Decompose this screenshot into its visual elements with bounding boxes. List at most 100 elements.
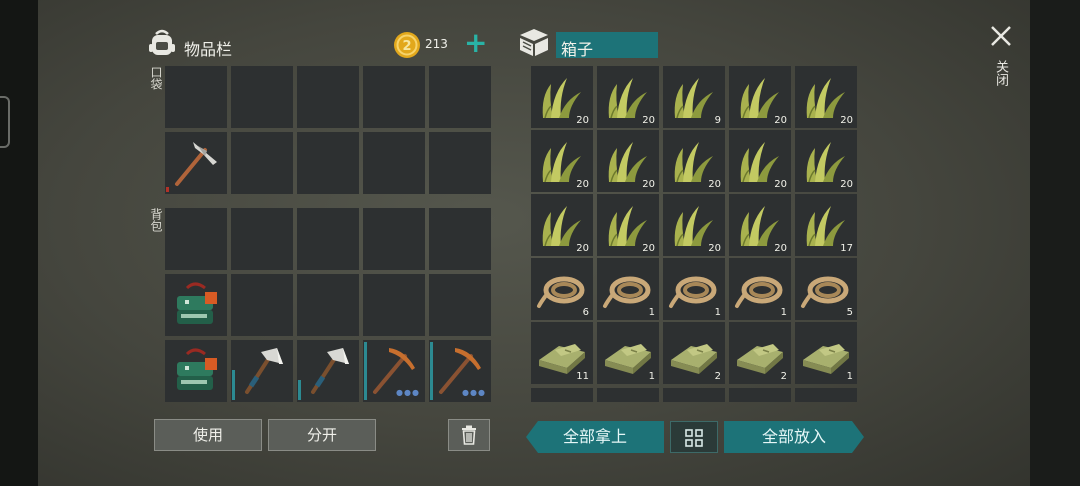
hatchet-slot[interactable] bbox=[297, 340, 359, 402]
plant-fiber-slot[interactable]: 20 bbox=[729, 194, 791, 256]
plant-fiber-slot[interactable]: 17 bbox=[795, 194, 857, 256]
item-count: 20 bbox=[642, 179, 655, 190]
empty-slot[interactable] bbox=[363, 208, 425, 270]
container-slot-partial[interactable] bbox=[663, 388, 725, 402]
device-notch bbox=[0, 96, 10, 148]
item-count: 11 bbox=[576, 371, 589, 382]
plant-fiber-slot[interactable]: 20 bbox=[531, 66, 593, 128]
cloth-slot[interactable]: 2 bbox=[663, 322, 725, 384]
container-name-field[interactable]: 箱子 bbox=[556, 32, 658, 59]
empty-slot[interactable] bbox=[429, 208, 491, 270]
add-coins-button[interactable]: + bbox=[464, 26, 487, 59]
plant-fiber-slot[interactable]: 20 bbox=[597, 66, 659, 128]
container-title: 箱子 bbox=[561, 40, 594, 59]
item-count: 1 bbox=[846, 371, 853, 382]
coin-icon: 2 bbox=[394, 32, 420, 58]
plant-fiber-slot[interactable]: 20 bbox=[663, 130, 725, 192]
item-count: 20 bbox=[708, 243, 721, 254]
rope-slot[interactable]: 5 bbox=[795, 258, 857, 320]
item-count: 20 bbox=[576, 243, 589, 254]
plant-fiber-slot[interactable]: 20 bbox=[729, 66, 791, 128]
pickaxe-improved-slot[interactable]: ●●● bbox=[363, 340, 425, 402]
rope-slot[interactable]: 1 bbox=[663, 258, 725, 320]
cloth-slot[interactable]: 2 bbox=[729, 322, 791, 384]
plant-fiber-slot[interactable]: 20 bbox=[597, 130, 659, 192]
upgrade-level-indicator: ●●● bbox=[396, 388, 420, 397]
take-all-button[interactable]: 全部拿上 bbox=[526, 421, 664, 453]
supply-crate-slot[interactable] bbox=[165, 274, 227, 336]
put-all-button[interactable]: 全部放入 bbox=[724, 421, 864, 453]
cloth-slot[interactable]: 1 bbox=[597, 322, 659, 384]
empty-slot[interactable] bbox=[231, 208, 293, 270]
pocket-label: 口袋 bbox=[149, 66, 163, 90]
trash-button[interactable] bbox=[448, 419, 490, 451]
split-button[interactable]: 分开 bbox=[268, 419, 376, 451]
empty-slot[interactable] bbox=[165, 208, 227, 270]
item-count: 9 bbox=[714, 115, 721, 126]
coin-count: 213 bbox=[425, 37, 448, 51]
empty-slot[interactable] bbox=[363, 66, 425, 128]
close-icon[interactable] bbox=[989, 24, 1013, 48]
left-screen-edge bbox=[0, 0, 38, 486]
backpack-label: 背包 bbox=[149, 208, 163, 232]
empty-slot[interactable] bbox=[297, 274, 359, 336]
cloth-slot[interactable]: 11 bbox=[531, 322, 593, 384]
durability-bar bbox=[298, 380, 301, 400]
empty-slot[interactable] bbox=[297, 66, 359, 128]
plant-fiber-slot[interactable]: 9 bbox=[663, 66, 725, 128]
pickaxe-improved-slot[interactable]: ●●● bbox=[429, 340, 491, 402]
plant-fiber-slot[interactable]: 20 bbox=[795, 66, 857, 128]
item-count: 20 bbox=[576, 115, 589, 126]
box-icon bbox=[520, 29, 548, 56]
item-count: 1 bbox=[648, 371, 655, 382]
item-count: 20 bbox=[840, 179, 853, 190]
durability-bar bbox=[364, 342, 367, 400]
empty-slot[interactable] bbox=[363, 132, 425, 194]
durability-bar bbox=[430, 342, 433, 400]
container-slot-partial[interactable] bbox=[729, 388, 791, 402]
durability-bar bbox=[232, 370, 235, 400]
backpack-icon bbox=[149, 29, 175, 55]
use-button[interactable]: 使用 bbox=[154, 419, 262, 451]
supply-crate-slot[interactable] bbox=[165, 340, 227, 402]
plant-fiber-slot[interactable]: 20 bbox=[531, 194, 593, 256]
empty-slot[interactable] bbox=[297, 132, 359, 194]
empty-slot[interactable] bbox=[231, 66, 293, 128]
item-count: 20 bbox=[708, 179, 721, 190]
empty-slot[interactable] bbox=[231, 132, 293, 194]
right-screen-edge bbox=[1030, 0, 1080, 486]
plant-fiber-slot[interactable]: 20 bbox=[795, 130, 857, 192]
sort-button[interactable] bbox=[670, 421, 718, 453]
empty-slot[interactable] bbox=[363, 274, 425, 336]
item-count: 20 bbox=[642, 115, 655, 126]
cloth-slot[interactable]: 1 bbox=[795, 322, 857, 384]
empty-slot[interactable] bbox=[165, 66, 227, 128]
container-slot-partial[interactable] bbox=[597, 388, 659, 402]
hatchet-slot[interactable] bbox=[231, 340, 293, 402]
item-count: 17 bbox=[840, 243, 853, 254]
svg-text:2: 2 bbox=[402, 39, 411, 54]
container-slot-partial[interactable] bbox=[531, 388, 593, 402]
plant-fiber-slot[interactable]: 20 bbox=[597, 194, 659, 256]
empty-slot[interactable] bbox=[429, 132, 491, 194]
empty-slot[interactable] bbox=[429, 66, 491, 128]
plant-fiber-slot[interactable]: 20 bbox=[663, 194, 725, 256]
rope-slot[interactable]: 6 bbox=[531, 258, 593, 320]
item-count: 6 bbox=[582, 307, 589, 318]
item-count: 20 bbox=[642, 243, 655, 254]
plant-fiber-slot[interactable]: 20 bbox=[729, 130, 791, 192]
item-count: 20 bbox=[840, 115, 853, 126]
item-count: 5 bbox=[846, 307, 853, 318]
container-slot-partial[interactable] bbox=[795, 388, 857, 402]
plant-fiber-slot[interactable]: 20 bbox=[531, 130, 593, 192]
item-count: 2 bbox=[780, 371, 787, 382]
rope-slot[interactable]: 1 bbox=[597, 258, 659, 320]
inventory-title: 物品栏 bbox=[184, 40, 233, 59]
empty-slot[interactable] bbox=[231, 274, 293, 336]
pickaxe-stone-slot[interactable] bbox=[165, 132, 227, 194]
rope-slot[interactable]: 1 bbox=[729, 258, 791, 320]
item-count: 20 bbox=[774, 179, 787, 190]
empty-slot[interactable] bbox=[297, 208, 359, 270]
close-label[interactable]: 关闭 bbox=[991, 60, 1010, 86]
empty-slot[interactable] bbox=[429, 274, 491, 336]
